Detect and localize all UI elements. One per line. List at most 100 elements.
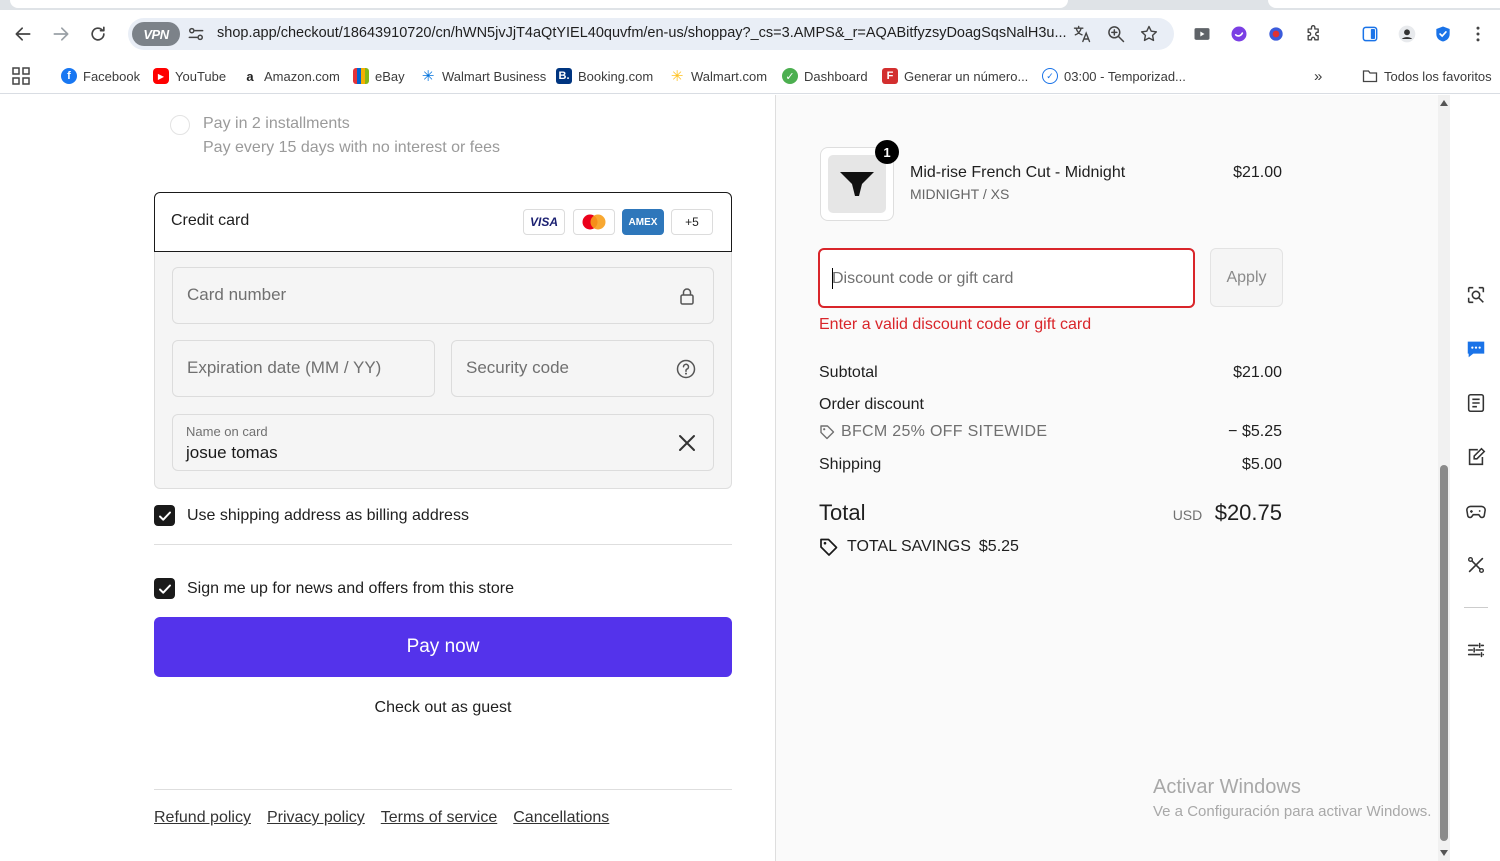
checkmark-icon (158, 511, 171, 521)
product-price: $21.00 (1233, 164, 1282, 181)
lock-icon (676, 285, 698, 307)
more-bookmarks-chevron-icon[interactable]: » (1314, 64, 1322, 88)
arrow-right-icon (53, 27, 69, 41)
reload-button[interactable] (84, 20, 112, 48)
gamepad-icon[interactable] (1464, 499, 1488, 523)
checkout-as-guest-link[interactable]: Check out as guest (154, 699, 732, 717)
billing-address-checkbox[interactable] (154, 505, 175, 526)
total-savings: TOTAL SAVINGS $5.25 (819, 537, 1019, 557)
youtube-icon: ▶ (153, 68, 169, 84)
edit-note-icon[interactable] (1464, 445, 1488, 469)
scroll-thumb[interactable] (1440, 465, 1448, 841)
terms-of-service-link[interactable]: Terms of service (381, 809, 497, 827)
newsletter-label: Sign me up for news and offers from this… (187, 579, 514, 597)
card-number-field[interactable]: Card number (172, 267, 714, 324)
search-lens-icon[interactable] (1464, 283, 1488, 307)
dashboard-icon: ✓ (782, 68, 798, 84)
name-on-card-field[interactable]: Name on card josue tomas (172, 414, 714, 471)
video-extension-icon[interactable] (1190, 22, 1214, 46)
bookmark-ebay[interactable]: eBay (353, 64, 405, 88)
security-code-field[interactable]: Security code (451, 340, 714, 397)
credit-card-option[interactable]: Credit card VISA AMEX +5 (154, 192, 732, 252)
active-tab[interactable] (10, 0, 1068, 8)
discount-amount-row: − $5.25 (1228, 423, 1282, 440)
clear-x-icon[interactable] (676, 432, 698, 454)
page-scrollbar[interactable] (1438, 95, 1450, 861)
site-info-icon[interactable] (186, 24, 206, 44)
bookmark-walmart-business[interactable]: ✳ Walmart Business (420, 64, 546, 88)
side-panel-icon[interactable] (1358, 22, 1382, 46)
refund-policy-link[interactable]: Refund policy (154, 809, 251, 827)
scroll-down-arrow-icon[interactable] (1440, 850, 1448, 856)
tools-icon[interactable] (1464, 553, 1488, 577)
bookmark-star-icon[interactable] (1137, 22, 1161, 46)
reading-list-icon[interactable] (1464, 391, 1488, 415)
discount-code-input[interactable]: Discount code or gift card (818, 248, 1195, 308)
chat-icon[interactable] (1464, 337, 1488, 361)
pay-now-button[interactable]: Pay now (154, 617, 732, 677)
product-name: Mid-rise French Cut - Midnight (910, 164, 1126, 181)
amazon-icon: a (242, 68, 258, 84)
purple-extension-icon[interactable] (1227, 22, 1251, 46)
forward-button[interactable] (47, 20, 75, 48)
shield-icon[interactable] (1431, 22, 1455, 46)
bookmark-dashboard[interactable]: ✓ Dashboard (782, 64, 868, 88)
divider (154, 544, 732, 545)
menu-kebab-icon[interactable] (1466, 22, 1490, 46)
bookmark-walmart[interactable]: ✳ Walmart.com (669, 64, 767, 88)
newsletter-checkbox[interactable] (154, 578, 175, 599)
translate-icon[interactable] (1070, 22, 1094, 46)
booking-icon: B. (556, 68, 572, 84)
credit-card-form: Card number Expiration date (MM / YY) Se… (154, 252, 732, 489)
walmart-spark-icon: ✳ (669, 68, 685, 85)
apps-grid-icon[interactable] (12, 64, 30, 88)
walmart-spark-icon: ✳ (420, 68, 436, 85)
bug-extension-icon[interactable] (1264, 22, 1288, 46)
footer-divider (154, 789, 732, 790)
billing-address-checkbox-row[interactable]: Use shipping address as billing address (154, 505, 469, 526)
apply-discount-button[interactable]: Apply (1210, 248, 1283, 307)
customize-sliders-icon[interactable] (1464, 638, 1488, 662)
payment-column: Pay in 2 installments Pay every 15 days … (0, 95, 776, 861)
cancellations-link[interactable]: Cancellations (513, 809, 609, 827)
facebook-icon: f (61, 68, 77, 84)
subtotal-row: Subtotal $21.00 (819, 364, 1282, 381)
profile-avatar-icon[interactable] (1395, 22, 1419, 46)
all-bookmarks-folder[interactable]: Todos los favoritos (1362, 64, 1492, 88)
timer-icon: ✓ (1042, 68, 1058, 84)
privacy-policy-link[interactable]: Privacy policy (267, 809, 365, 827)
arrow-left-icon (15, 27, 31, 41)
folder-icon (1362, 70, 1378, 83)
product-image (828, 155, 886, 213)
installments-subtitle: Pay every 15 days with no interest or fe… (203, 139, 501, 156)
extensions-puzzle-icon[interactable] (1302, 22, 1326, 46)
bookmark-youtube[interactable]: ▶ YouTube (153, 64, 226, 88)
browser-toolbar: VPN shop.app/checkout/18643910720/cn/hWN… (0, 10, 1500, 58)
bookmark-amazon[interactable]: a Amazon.com (242, 64, 340, 88)
bookmark-booking[interactable]: B. Booking.com (556, 64, 653, 88)
scroll-up-arrow-icon[interactable] (1440, 100, 1448, 106)
zoom-icon[interactable] (1104, 22, 1128, 46)
amex-icon: AMEX (622, 209, 664, 235)
expiration-date-field[interactable]: Expiration date (MM / YY) (172, 340, 435, 397)
bookmarks-bar: f Facebook ▶ YouTube a Amazon.com eBay ✳… (0, 58, 1500, 94)
help-question-icon[interactable] (675, 358, 697, 380)
total-row: Total USD $20.75 (819, 500, 1282, 525)
savings-tag-icon (820, 538, 838, 556)
visa-icon: VISA (523, 209, 565, 235)
shipping-row: Shipping $5.00 (819, 456, 1282, 473)
tab[interactable] (1268, 0, 1500, 8)
back-button[interactable] (9, 20, 37, 48)
address-bar[interactable]: VPN shop.app/checkout/18643910720/cn/hWN… (128, 18, 1174, 50)
url-text[interactable]: shop.app/checkout/18643910720/cn/hWN5jvJ… (217, 25, 1067, 41)
checkout-page: Pay in 2 installments Pay every 15 days … (0, 95, 1500, 861)
billing-address-label: Use shipping address as billing address (187, 506, 469, 524)
installments-radio[interactable] (170, 115, 190, 135)
bookmark-generar[interactable]: F Generar un número... (882, 64, 1028, 88)
newsletter-checkbox-row[interactable]: Sign me up for news and offers from this… (154, 578, 514, 599)
vpn-badge[interactable]: VPN (132, 22, 180, 46)
f-icon: F (882, 68, 898, 84)
bookmark-timer[interactable]: ✓ 03:00 - Temporizad... (1042, 64, 1186, 88)
bookmark-facebook[interactable]: f Facebook (61, 64, 140, 88)
order-discount-row: Order discount (819, 396, 924, 413)
